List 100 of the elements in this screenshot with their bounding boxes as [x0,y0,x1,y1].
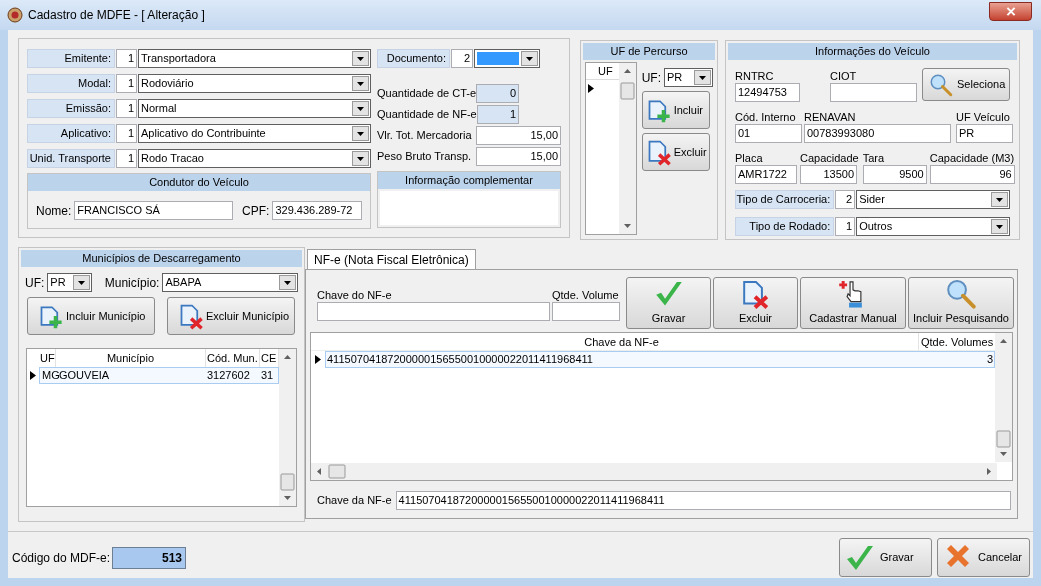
field-label: Tipo de Rodado: [735,217,835,236]
action-button[interactable]: Incluir Município [27,297,155,335]
value-field[interactable]: 0 [476,84,519,103]
field-label: Emissão: [27,99,115,118]
text-field[interactable]: 9500 [862,165,927,184]
field-label: Quantidade de CT-e [377,86,477,102]
field-label: Chave do NF-e [317,288,393,302]
tab[interactable]: NF-e (Nota Fiscal Eletrônica) [307,249,476,269]
value-field[interactable]: 1 [476,105,519,124]
field-label: Aplicativo: [27,124,115,143]
table-cell-text: 31 [260,368,275,383]
field-label: Nome: [36,202,72,220]
field-label: Qtde. Volume [552,288,620,302]
volume-field[interactable] [552,302,620,321]
action-button[interactable]: Excluir Município [167,297,295,335]
section-header: UF de Percurso [583,43,715,60]
column-header: Chave da NF-e [325,333,919,350]
window-title: Cadastro de MDFE - [ Alteração ] [28,7,205,24]
code-field[interactable]: 1 [116,99,137,118]
field-label: Unid. Transporte [27,149,115,168]
value-field[interactable]: 15,00 [476,147,561,166]
text-field[interactable] [830,83,917,102]
scrollbar[interactable] [311,463,997,480]
action-button[interactable]: Gravar [839,538,932,577]
field-label: Emitente: [27,49,115,68]
column-header: Qtde. Volumes [920,335,995,350]
dropdown[interactable]: PR [664,68,713,87]
dropdown[interactable] [474,49,540,68]
code-field[interactable]: 1 [116,74,137,93]
code-field[interactable]: 2 [451,49,473,68]
key-field[interactable]: 41150704187200000156550010000022011411968411 [395,491,1011,510]
dropdown[interactable]: Rodoviário [138,74,371,93]
text-field[interactable]: 12494753 [735,83,800,102]
section-header: Informações do Veículo [728,43,1017,60]
field-label: Capacidade [800,151,859,165]
field-label: Código do MDF-e: [12,549,111,567]
dropdown[interactable]: Normal [138,99,371,118]
cpf-field[interactable]: 329.436.289-72 [272,201,362,220]
field-label: Quantidade de NF-e [377,107,477,123]
action-button[interactable]: Gravar [626,277,711,329]
scrollbar[interactable] [618,63,636,234]
key-field[interactable] [317,302,550,321]
field-label: UF: [25,274,45,292]
field-label: Tipo de Carroceria: [735,190,835,209]
code-field[interactable]: 2 [835,190,856,209]
text-field[interactable]: AMR1722 [735,165,797,184]
field-label: Peso Bruto Transp. [377,149,472,165]
action-button[interactable]: Cadastrar Manual [800,277,906,329]
field-label: Documento: [377,49,450,68]
field-label: Modal: [27,74,115,93]
text-field[interactable]: 96 [929,165,1015,184]
field-label: RNTRC [735,69,775,83]
dropdown[interactable]: Sider [856,190,1010,209]
dropdown[interactable]: ABAPA [162,273,298,292]
field-label: Placa [735,151,764,165]
select-button[interactable]: Seleciona [922,68,1010,101]
field-label: UF Veículo [956,110,1011,124]
field-label: Vlr. Tot. Mercadoria [377,128,472,144]
scrollbar[interactable] [279,349,296,506]
field-label: Município: [104,274,160,292]
dropdown[interactable]: PR [47,273,92,292]
text-field[interactable]: 01 [735,124,802,143]
field-label: RENAVAN [804,110,857,124]
action-button[interactable]: Excluir [641,133,710,171]
table-cell-text: 41150704187200000156550010000022011411968411 [326,352,594,367]
section-header: Informação complementar [378,172,560,189]
table-cell-text: GOUVEIA [59,368,111,383]
field-label: CPF: [242,202,270,220]
section-header: Condutor do Veículo [28,174,370,191]
code-field[interactable]: 1 [116,149,137,168]
field-label: CIOT [830,69,858,83]
text-field[interactable]: PR [956,124,1013,143]
field-label: Cód. Interno [735,110,797,124]
section-header: Municípios de Descarregamento [21,250,302,267]
dropdown[interactable]: Transportadora [138,49,371,68]
field-label: Tara [862,151,886,165]
field-label: Chave da NF-e [317,493,392,509]
text-field[interactable]: 00783993080 [804,124,951,143]
action-button[interactable]: Cancelar [937,538,1030,577]
table-cell-text: 3 [985,352,994,367]
dropdown[interactable]: Outros [856,217,1010,236]
code-field[interactable]: 1 [835,217,856,236]
magnifier-icon [929,72,953,97]
code-field[interactable]: 513 [112,546,187,569]
action-button[interactable]: Incluir Pesquisando [908,277,1014,329]
name-field[interactable]: FRANCISCO SÁ [74,201,234,220]
table-cell-text: MG [41,368,57,383]
action-button[interactable]: Excluir [713,277,798,329]
app-icon [7,7,23,23]
text-field[interactable]: 13500 [800,165,857,184]
dropdown[interactable]: Aplicativo do Contribuinte [138,124,371,143]
table-cell-text: 3127602 [206,368,251,383]
dropdown[interactable]: Rodo Tracao [138,149,371,168]
value-field[interactable]: 15,00 [476,126,561,145]
scrollbar[interactable] [995,333,1012,462]
code-field[interactable]: 1 [116,49,137,68]
close-button[interactable] [989,1,1032,21]
action-button[interactable]: Incluir [641,91,710,129]
code-field[interactable]: 1 [116,124,137,143]
magnifier-icon [945,278,977,310]
